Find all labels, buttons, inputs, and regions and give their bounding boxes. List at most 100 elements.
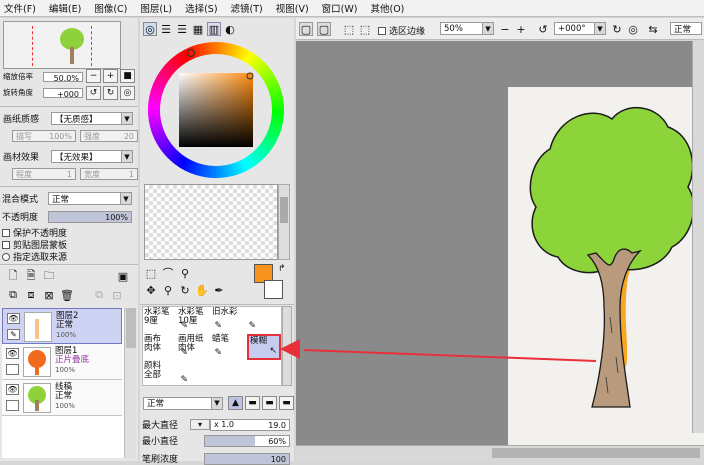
- rect-select-icon[interactable]: ⬚: [144, 266, 158, 280]
- menu-select[interactable]: 选择(S): [185, 1, 217, 15]
- color-wheel-tab-icon[interactable]: ◎: [143, 22, 157, 36]
- brush-blur[interactable]: 模糊 ↖: [247, 334, 281, 360]
- menu-filter[interactable]: 滤镜(T): [231, 1, 263, 15]
- effect-select[interactable]: 【无效果】 ▼: [51, 150, 133, 163]
- new-folder-icon[interactable]: 🗀: [42, 269, 56, 283]
- density-slider[interactable]: 100: [204, 452, 290, 465]
- scratchpad-tab-icon[interactable]: ◐: [223, 22, 237, 36]
- layer-item-lineart[interactable]: 👁 线稿 正常 100%: [2, 380, 122, 416]
- lasso-icon[interactable]: ⌒: [161, 266, 175, 280]
- visibility-eye-icon[interactable]: 👁: [6, 384, 19, 395]
- layer-thumbnail: [23, 347, 51, 377]
- zoom-out-icon[interactable]: −: [86, 69, 101, 83]
- effect-width-slider[interactable]: 宽度 1: [80, 168, 138, 180]
- magic-wand-icon[interactable]: ⚲: [178, 266, 192, 280]
- canvas-vertical-scrollbar[interactable]: [692, 41, 704, 433]
- new-linework-layer-icon[interactable]: 🗎: [24, 269, 38, 283]
- rotate-tool-icon[interactable]: ↻: [178, 283, 192, 297]
- lock-toggle[interactable]: ✎: [7, 329, 20, 340]
- menu-layer[interactable]: 图层(L): [140, 1, 172, 15]
- swap-colors-icon[interactable]: ↱: [278, 264, 286, 274]
- secondary-color-swatch[interactable]: [264, 280, 283, 299]
- opacity-slider[interactable]: 100%: [48, 210, 132, 223]
- menu-window[interactable]: 窗口(W): [322, 1, 358, 15]
- rotate-reset-icon[interactable]: ◎: [120, 86, 135, 100]
- layer-item-layer1[interactable]: 👁 图层1 正片叠底 100%: [2, 344, 122, 380]
- texture-blend-slider[interactable]: 描写 100%: [12, 130, 76, 142]
- shape-flat-icon[interactable]: ▬: [279, 396, 294, 410]
- undo-icon[interactable]: ▢: [299, 22, 313, 36]
- deselect-icon[interactable]: ⬚: [342, 22, 356, 36]
- canvas-zoom-in-icon[interactable]: +: [514, 22, 528, 36]
- gradient-tab-icon[interactable]: ▥: [207, 22, 221, 36]
- max-size-scale[interactable]: ▾: [190, 419, 210, 430]
- min-size-slider[interactable]: 60%: [204, 434, 290, 447]
- merge-down-icon[interactable]: ⧉: [6, 288, 20, 302]
- stabilizer-select[interactable]: 正常: [670, 22, 702, 35]
- swatches-tab-icon[interactable]: ▦: [191, 22, 205, 36]
- canvas-horizontal-scrollbar[interactable]: [296, 445, 704, 461]
- copy-layer-icon[interactable]: ⧈: [24, 288, 38, 302]
- merge-visible-icon[interactable]: ⊡: [110, 288, 124, 302]
- rotate-slider[interactable]: +000: [43, 87, 83, 99]
- navigator-preview[interactable]: [3, 21, 121, 69]
- brush-old-watercolor[interactable]: 旧水彩 ✎: [211, 307, 258, 333]
- texture-select[interactable]: 【无质感】 ▼: [51, 112, 133, 125]
- canvas-area[interactable]: [280, 41, 704, 445]
- visibility-eye-icon[interactable]: 👁: [7, 313, 20, 324]
- rotate-right-icon[interactable]: ↻: [103, 86, 118, 100]
- canvas-angle-select[interactable]: +000° ▼: [554, 22, 606, 35]
- eyedropper-icon[interactable]: ✒: [212, 283, 226, 297]
- color-scratchpad[interactable]: [144, 184, 278, 260]
- brush-paint-all[interactable]: 颜料 全部 ✎: [143, 361, 190, 387]
- menu-other[interactable]: 其他(O): [370, 1, 404, 15]
- shape-soft-icon[interactable]: ▬: [262, 396, 277, 410]
- layer-opacity: 100%: [56, 331, 77, 339]
- effect-degree-slider[interactable]: 程度 1: [12, 168, 76, 180]
- hue-ring-segment: [212, 42, 217, 55]
- visibility-eye-icon[interactable]: 👁: [6, 348, 19, 359]
- shape-round-icon[interactable]: ▬: [245, 396, 260, 410]
- canvas-zoom-select[interactable]: 50% ▼: [440, 22, 494, 35]
- scratchpad-scrollbar[interactable]: [278, 184, 290, 260]
- zoom-in-icon[interactable]: +: [103, 69, 118, 83]
- shape-sharp-icon[interactable]: ▲: [228, 396, 243, 410]
- invert-select-icon[interactable]: ⬚: [358, 22, 372, 36]
- canvas-rotate-right-icon[interactable]: ↻: [610, 22, 624, 36]
- canvas-flip-icon[interactable]: ⇆: [646, 22, 660, 36]
- brush-mode-select[interactable]: 正常 ▼: [143, 396, 223, 410]
- delete-layer-icon[interactable]: 🗑: [60, 288, 74, 302]
- hand-tool-icon[interactable]: ✋: [195, 283, 209, 297]
- layer-option-icon[interactable]: ▣: [116, 269, 130, 283]
- transfer-down-icon[interactable]: ⧉: [92, 288, 106, 302]
- blend-mode-select[interactable]: 正常 ▼: [48, 192, 132, 205]
- lock-toggle[interactable]: [6, 364, 19, 375]
- lock-toggle[interactable]: [6, 400, 19, 411]
- selection-edge-checkbox[interactable]: 选区边缘: [378, 24, 425, 37]
- zoom-reset-icon[interactable]: ■: [120, 69, 135, 83]
- canvas-rotate-left-icon[interactable]: ↺: [536, 22, 550, 36]
- rotate-left-icon[interactable]: ↺: [86, 86, 101, 100]
- texture-strength-slider[interactable]: 强度 20: [80, 130, 138, 142]
- canvas-rotate-reset-icon[interactable]: ◎: [626, 22, 640, 36]
- redo-icon[interactable]: ▢: [317, 22, 331, 36]
- texture-label: 画纸质感: [3, 115, 40, 125]
- layer-scrollbar[interactable]: [124, 308, 136, 458]
- layer-item-layer2[interactable]: 👁 ✎ 图层2 正常 100%: [2, 308, 122, 344]
- menu-file[interactable]: 文件(F): [4, 1, 36, 15]
- max-size-slider[interactable]: x 1.0 19.0: [210, 418, 290, 431]
- menu-image[interactable]: 图像(C): [94, 1, 127, 15]
- menu-edit[interactable]: 编辑(E): [49, 1, 81, 15]
- zoom-slider[interactable]: 50.0%: [43, 71, 83, 83]
- zoom-tool-icon[interactable]: ⚲: [161, 283, 175, 297]
- hue-ring-segment: [215, 165, 220, 178]
- new-layer-icon[interactable]: 🗋: [6, 269, 20, 283]
- selection-source-checkbox[interactable]: 指定选取来源: [2, 250, 67, 263]
- menu-view[interactable]: 视图(V): [276, 1, 309, 15]
- move-icon[interactable]: ✥: [144, 283, 158, 297]
- color-wheel[interactable]: [146, 40, 286, 180]
- rgb-slider-tab-icon[interactable]: ☰: [159, 22, 173, 36]
- canvas-zoom-out-icon[interactable]: −: [498, 22, 512, 36]
- hsv-slider-tab-icon[interactable]: ☰: [175, 22, 189, 36]
- clear-layer-icon[interactable]: ⊠: [42, 288, 56, 302]
